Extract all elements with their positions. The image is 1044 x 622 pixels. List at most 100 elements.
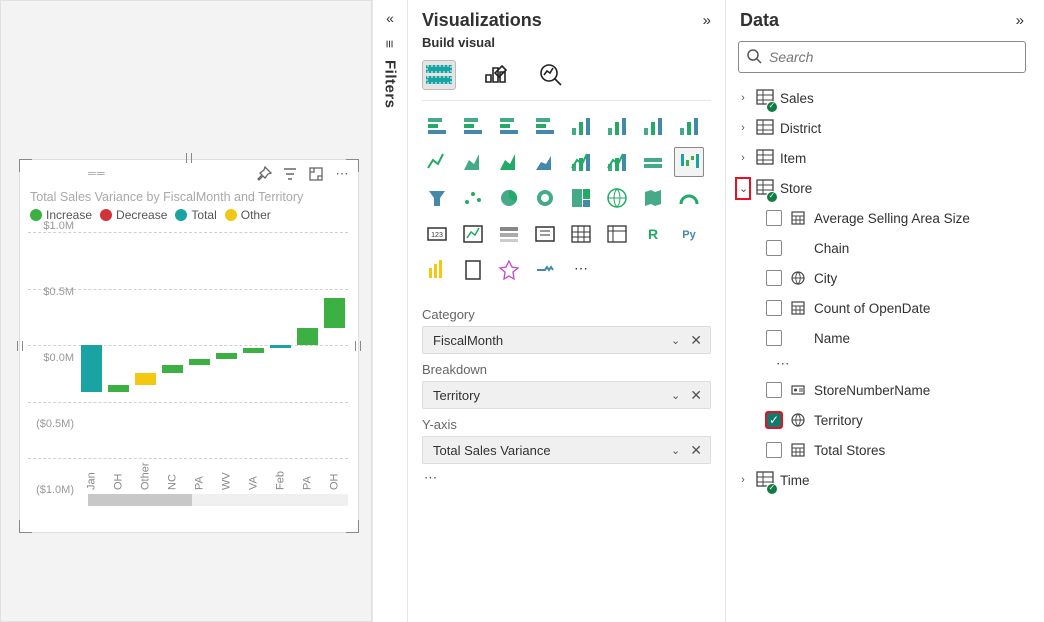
field-checkbox[interactable] bbox=[766, 412, 782, 428]
field-city[interactable]: City bbox=[736, 263, 1028, 293]
viz-type-more[interactable]: ⋯ bbox=[566, 255, 596, 285]
viz-type-gauge[interactable] bbox=[674, 183, 704, 213]
viz-type-tree[interactable] bbox=[566, 183, 596, 213]
viz-type-sbar2[interactable] bbox=[458, 111, 488, 141]
viz-type-kpi[interactable] bbox=[458, 219, 488, 249]
chevron-down-icon[interactable]: ⌄ bbox=[667, 389, 684, 402]
waterfall-bar[interactable] bbox=[189, 359, 210, 366]
waterfall-bar[interactable] bbox=[108, 385, 129, 393]
viz-type-card[interactable]: 123 bbox=[422, 219, 452, 249]
viz-type-pbi[interactable] bbox=[422, 255, 452, 285]
viz-type-line[interactable] bbox=[422, 147, 452, 177]
field-checkbox[interactable] bbox=[766, 442, 782, 458]
table-district[interactable]: ›District bbox=[736, 113, 1028, 143]
viz-type-map[interactable] bbox=[602, 183, 632, 213]
table-time[interactable]: ›Time bbox=[736, 465, 1028, 495]
viz-type-ribbon[interactable] bbox=[638, 147, 668, 177]
field-territory[interactable]: Territory bbox=[736, 405, 1028, 435]
viz-type-cbar2[interactable] bbox=[530, 111, 560, 141]
more-wells-icon[interactable]: ⋯ bbox=[422, 464, 711, 492]
viz-type-tbl[interactable] bbox=[566, 219, 596, 249]
viz-type-col[interactable] bbox=[566, 111, 596, 141]
viz-type-lcol[interactable] bbox=[566, 147, 596, 177]
field-average-selling-area-size[interactable]: Average Selling Area Size bbox=[736, 203, 1028, 233]
collapse-viz-icon[interactable]: » bbox=[703, 12, 711, 29]
field-checkbox[interactable] bbox=[766, 300, 782, 316]
breakdown-well[interactable]: Territory ⌄ ✕ bbox=[422, 381, 711, 409]
viz-type-py[interactable]: Py bbox=[674, 219, 704, 249]
viz-type-matrix[interactable] bbox=[602, 219, 632, 249]
remove-field-icon[interactable]: ✕ bbox=[684, 387, 704, 404]
viz-type-sarea[interactable] bbox=[530, 147, 560, 177]
waterfall-bar[interactable] bbox=[135, 373, 156, 384]
viz-type-mrow[interactable] bbox=[494, 219, 524, 249]
viz-type-ccol2[interactable] bbox=[674, 111, 704, 141]
analytics-tab[interactable] bbox=[534, 60, 568, 90]
chevron-icon[interactable]: › bbox=[736, 118, 750, 138]
expand-filters-icon[interactable]: « bbox=[386, 6, 394, 36]
yaxis-well[interactable]: Total Sales Variance ⌄ ✕ bbox=[422, 436, 711, 464]
viz-type-pag[interactable] bbox=[458, 255, 488, 285]
viz-type-r[interactable]: R bbox=[638, 219, 668, 249]
waterfall-bar[interactable] bbox=[243, 348, 264, 353]
viz-type-water[interactable] bbox=[674, 147, 704, 177]
viz-type-fmap[interactable] bbox=[638, 183, 668, 213]
chevron-icon[interactable]: › bbox=[736, 88, 750, 108]
waterfall-bar[interactable] bbox=[270, 345, 291, 348]
chart-scrollbar[interactable] bbox=[88, 494, 348, 506]
viz-type-donut[interactable] bbox=[530, 183, 560, 213]
table-store[interactable]: ⌄Store bbox=[736, 173, 1028, 203]
viz-type-deco[interactable] bbox=[494, 255, 524, 285]
viz-type-slicer[interactable] bbox=[530, 219, 560, 249]
chart-visual[interactable]: ══ ⋯ Total Sales Variance by FiscalMonth… bbox=[19, 159, 359, 533]
pin-icon[interactable] bbox=[256, 166, 272, 182]
chevron-icon[interactable]: › bbox=[736, 148, 750, 168]
field-count-of-opendate[interactable]: Count of OpenDate bbox=[736, 293, 1028, 323]
chevron-icon[interactable]: › bbox=[736, 470, 750, 490]
report-canvas[interactable]: ══ ⋯ Total Sales Variance by FiscalMonth… bbox=[0, 0, 372, 622]
field-name[interactable]: Name bbox=[736, 323, 1028, 353]
viz-type-area2[interactable] bbox=[494, 147, 524, 177]
chevron-icon[interactable]: ⌄ bbox=[736, 178, 750, 199]
viz-type-area[interactable] bbox=[458, 147, 488, 177]
waterfall-bar[interactable] bbox=[297, 328, 318, 345]
remove-field-icon[interactable]: ✕ bbox=[684, 332, 704, 349]
viz-type-col2[interactable] bbox=[602, 111, 632, 141]
field-checkbox[interactable] bbox=[766, 382, 782, 398]
filter-icon[interactable] bbox=[282, 166, 298, 182]
more-options-icon[interactable]: ⋯ bbox=[334, 166, 350, 182]
viz-type-sbar[interactable] bbox=[422, 111, 452, 141]
viz-type-key[interactable] bbox=[530, 255, 560, 285]
category-well[interactable]: FiscalMonth ⌄ ✕ bbox=[422, 326, 711, 354]
chevron-down-icon[interactable]: ⌄ bbox=[667, 334, 684, 347]
viz-type-ccol[interactable] bbox=[638, 111, 668, 141]
viz-type-pie[interactable] bbox=[494, 183, 524, 213]
collapse-data-icon[interactable]: » bbox=[1016, 12, 1024, 29]
focus-mode-icon[interactable] bbox=[308, 166, 324, 182]
field-chain[interactable]: Chain bbox=[736, 233, 1028, 263]
remove-field-icon[interactable]: ✕ bbox=[684, 442, 704, 459]
viz-type-funnel[interactable] bbox=[422, 183, 452, 213]
more-fields-icon[interactable]: ⋯ bbox=[736, 353, 1028, 375]
waterfall-bar[interactable] bbox=[162, 365, 183, 373]
field-checkbox[interactable] bbox=[766, 270, 782, 286]
viz-type-scatter[interactable] bbox=[458, 183, 488, 213]
field-checkbox[interactable] bbox=[766, 330, 782, 346]
waterfall-bar[interactable] bbox=[324, 298, 345, 329]
viz-type-lcol2[interactable] bbox=[602, 147, 632, 177]
field-checkbox[interactable] bbox=[766, 210, 782, 226]
waterfall-bar[interactable] bbox=[216, 353, 237, 359]
viz-type-cbar[interactable] bbox=[494, 111, 524, 141]
waterfall-bar[interactable] bbox=[81, 345, 102, 392]
search-input[interactable] bbox=[738, 41, 1026, 73]
format-visual-tab[interactable] bbox=[478, 60, 512, 90]
field-checkbox[interactable] bbox=[766, 240, 782, 256]
filters-pane-collapsed[interactable]: « ≡ Filters bbox=[372, 0, 408, 622]
table-item[interactable]: ›Item bbox=[736, 143, 1028, 173]
field-storenumbername[interactable]: StoreNumberName bbox=[736, 375, 1028, 405]
table-sales[interactable]: ›Sales bbox=[736, 83, 1028, 113]
build-visual-tab[interactable] bbox=[422, 60, 456, 90]
drag-grip-icon[interactable]: ══ bbox=[28, 168, 106, 180]
field-total-stores[interactable]: Total Stores bbox=[736, 435, 1028, 465]
chevron-down-icon[interactable]: ⌄ bbox=[667, 444, 684, 457]
